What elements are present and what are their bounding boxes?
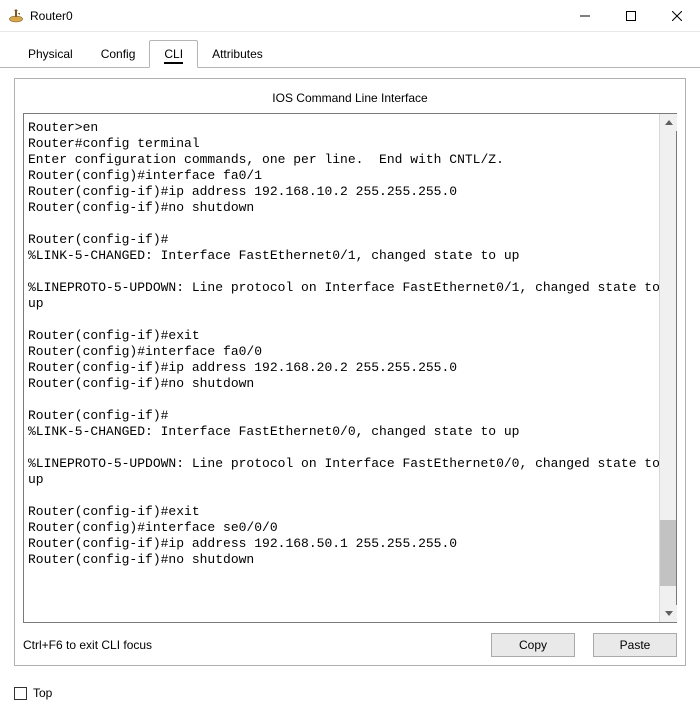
cli-panel: IOS Command Line Interface Router>en Rou… (14, 78, 686, 666)
close-icon (672, 11, 682, 21)
panel-title: IOS Command Line Interface (23, 87, 677, 113)
close-button[interactable] (654, 0, 700, 32)
router-icon (8, 8, 24, 24)
maximize-icon (626, 11, 636, 21)
titlebar-left: Router0 (8, 8, 73, 24)
focus-hint: Ctrl+F6 to exit CLI focus (23, 638, 152, 652)
tab-bar: Physical Config CLI Attributes (0, 32, 700, 68)
window-titlebar: Router0 (0, 0, 700, 32)
scroll-up-arrow[interactable] (660, 114, 677, 131)
footer: Top (0, 676, 700, 710)
terminal-container: Router>en Router#config terminal Enter c… (23, 113, 677, 623)
terminal-output[interactable]: Router>en Router#config terminal Enter c… (24, 114, 676, 622)
scrollbar[interactable] (659, 114, 676, 622)
window-controls (562, 0, 700, 32)
minimize-button[interactable] (562, 0, 608, 32)
scroll-down-arrow[interactable] (660, 605, 677, 622)
tab-label: CLI (164, 47, 183, 64)
window-title: Router0 (30, 9, 73, 23)
scroll-track[interactable] (660, 131, 676, 605)
tab-config[interactable]: Config (87, 40, 150, 67)
tab-attributes[interactable]: Attributes (198, 40, 277, 67)
copy-button[interactable]: Copy (491, 633, 575, 657)
tab-label: Physical (28, 47, 73, 61)
top-checkbox[interactable] (14, 687, 27, 700)
tab-physical[interactable]: Physical (14, 40, 87, 67)
minimize-icon (580, 11, 590, 21)
scroll-thumb[interactable] (660, 520, 676, 586)
tab-label: Config (101, 47, 136, 61)
tab-cli[interactable]: CLI (149, 40, 198, 68)
tab-label: Attributes (212, 47, 263, 61)
top-checkbox-label: Top (33, 686, 52, 700)
paste-button[interactable]: Paste (593, 633, 677, 657)
maximize-button[interactable] (608, 0, 654, 32)
content-area: Physical Config CLI Attributes IOS Comma… (0, 32, 700, 710)
panel-bottom-row: Ctrl+F6 to exit CLI focus Copy Paste (23, 633, 677, 657)
chevron-down-icon (665, 611, 673, 616)
button-row: Copy Paste (491, 633, 677, 657)
chevron-up-icon (665, 120, 673, 125)
